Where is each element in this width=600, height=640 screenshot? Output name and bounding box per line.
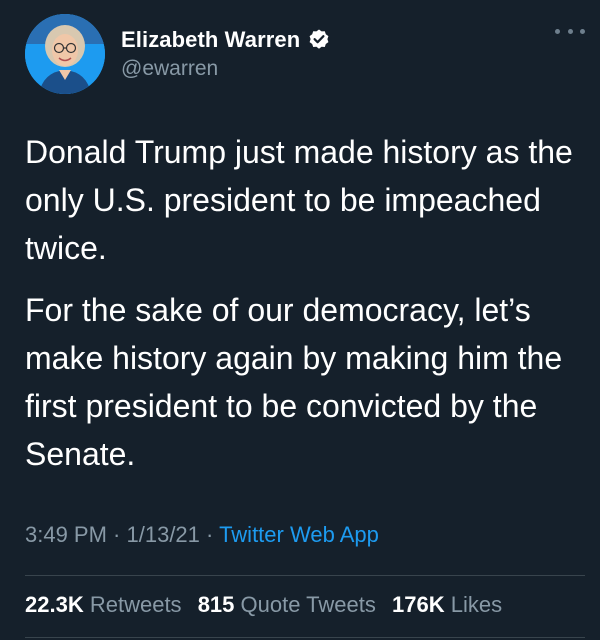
verified-badge-icon [307, 28, 331, 52]
more-dot [580, 28, 585, 34]
meta-separator: · [199, 522, 220, 547]
user-handle[interactable]: @ewarren [121, 57, 331, 81]
quote-tweets-label: Quote Tweets [240, 592, 376, 617]
tweet-date[interactable]: 1/13/21 [127, 522, 200, 547]
avatar[interactable] [25, 14, 105, 94]
more-dot [555, 28, 560, 34]
tweet-text: Donald Trump just made history as the on… [25, 128, 580, 492]
display-name-row: Elizabeth Warren [121, 26, 331, 54]
tweet-meta: 3:49 PM · 1/13/21 · Twitter Web App [25, 522, 379, 548]
tweet-paragraph: For the sake of our democracy, let’s mak… [25, 292, 563, 472]
retweets-count: 22.3K [25, 592, 84, 617]
tweet-header: Elizabeth Warren @ewarren [25, 14, 585, 94]
tweet-time[interactable]: 3:49 PM [25, 522, 107, 547]
tweet-source-app[interactable]: Twitter Web App [219, 522, 379, 547]
divider [25, 575, 585, 576]
retweets-stat[interactable]: 22.3K Retweets [25, 592, 182, 617]
tweet-paragraph: Donald Trump just made history as the on… [25, 134, 573, 266]
divider [25, 637, 585, 638]
more-dot [567, 28, 573, 34]
tweet: Elizabeth Warren @ewarren Donald Trump j… [0, 0, 600, 640]
quote-tweets-stat[interactable]: 815 Quote Tweets [198, 592, 376, 617]
retweets-label: Retweets [89, 592, 182, 617]
quote-tweets-count: 815 [197, 592, 235, 617]
more-options-icon[interactable] [555, 24, 585, 38]
likes-count: 176K [392, 592, 445, 617]
display-name[interactable]: Elizabeth Warren [121, 27, 300, 53]
meta-separator: · [106, 522, 127, 547]
likes-stat[interactable]: 176K Likes [392, 592, 502, 617]
tweet-stats: 22.3K Retweets 815 Quote Tweets 176K Lik… [25, 592, 502, 618]
likes-label: Likes [450, 592, 503, 617]
user-names: Elizabeth Warren @ewarren [121, 26, 331, 81]
